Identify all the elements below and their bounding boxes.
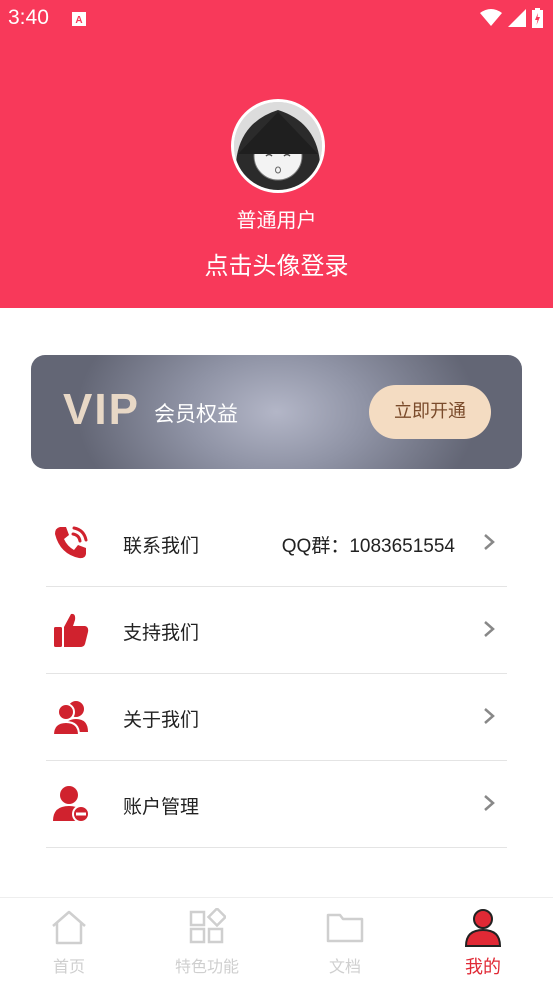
nav-tab-docs[interactable]: 文档 bbox=[276, 898, 414, 985]
nav-tab-features[interactable]: 特色功能 bbox=[138, 898, 276, 985]
wifi-icon bbox=[480, 9, 502, 31]
nav-tab-mine[interactable]: 我的 bbox=[414, 898, 552, 985]
nav-label-features: 特色功能 bbox=[174, 957, 239, 976]
nav-label-mine: 我的 bbox=[465, 957, 501, 978]
avatar-illustration bbox=[234, 102, 322, 190]
chevron-right-icon bbox=[483, 707, 495, 729]
users-icon bbox=[51, 698, 90, 736]
vip-title: 会员权益 bbox=[154, 402, 238, 426]
person-icon bbox=[463, 908, 503, 952]
nav-label-docs: 文档 bbox=[328, 957, 361, 976]
phone-icon bbox=[52, 524, 90, 562]
thumbs-up-icon bbox=[52, 611, 90, 649]
apps-icon bbox=[188, 906, 228, 950]
avatar[interactable] bbox=[231, 99, 325, 193]
menu-label-about: 关于我们 bbox=[123, 709, 200, 731]
profile-header: 3:40 A 普通用户 点击头像登录 bbox=[0, 0, 553, 308]
login-hint[interactable]: 点击头像登录 bbox=[0, 246, 553, 281]
status-bar: 3:40 A bbox=[0, 0, 553, 38]
vip-card[interactable]: VIP 会员权益 立即开通 bbox=[31, 355, 522, 469]
menu-list: 联系我们 QQ群：1083651554 支持我们 关于我们 账户管理 bbox=[46, 500, 507, 848]
nav-tab-home[interactable]: 首页 bbox=[0, 898, 138, 985]
battery-icon bbox=[532, 8, 543, 32]
menu-label-support: 支持我们 bbox=[123, 622, 200, 644]
chevron-right-icon bbox=[483, 533, 495, 555]
menu-item-support[interactable]: 支持我们 bbox=[46, 587, 507, 674]
user-remove-icon bbox=[52, 785, 90, 823]
folder-icon bbox=[326, 908, 364, 950]
svg-text:A: A bbox=[75, 15, 82, 26]
qq-group-number: QQ群：1083651554 bbox=[281, 536, 455, 557]
status-time: 3:40 bbox=[8, 6, 49, 29]
vip-logo: VIP bbox=[63, 385, 140, 434]
chevron-right-icon bbox=[483, 620, 495, 642]
menu-item-account[interactable]: 账户管理 bbox=[46, 761, 507, 848]
bottom-nav: 首页 特色功能 文档 我的 bbox=[0, 897, 553, 985]
nav-label-home: 首页 bbox=[52, 957, 85, 976]
menu-label-account: 账户管理 bbox=[123, 796, 200, 818]
chevron-right-icon bbox=[483, 794, 495, 816]
menu-item-contact[interactable]: 联系我们 QQ群：1083651554 bbox=[46, 500, 507, 587]
app-notification-icon: A bbox=[72, 11, 86, 30]
home-icon bbox=[50, 908, 88, 950]
menu-label-contact: 联系我们 bbox=[123, 535, 200, 557]
vip-activate-button[interactable]: 立即开通 bbox=[369, 385, 491, 439]
username: 普通用户 bbox=[236, 208, 317, 232]
menu-item-about[interactable]: 关于我们 bbox=[46, 674, 507, 761]
signal-icon bbox=[508, 9, 526, 31]
